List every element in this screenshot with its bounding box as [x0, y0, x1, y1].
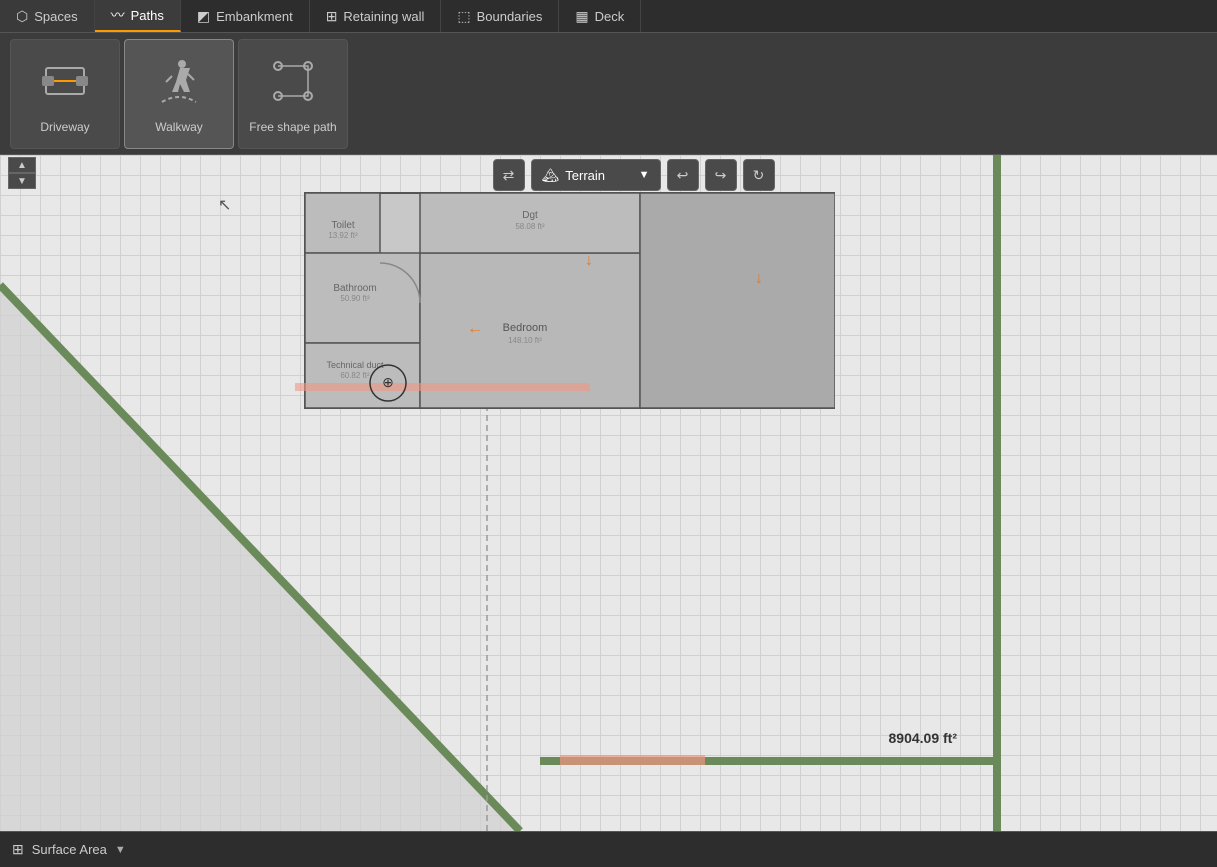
svg-text:Bedroom: Bedroom — [503, 322, 548, 334]
tab-paths-label: Paths — [131, 8, 164, 23]
svg-text:Dgt: Dgt — [522, 210, 538, 221]
svg-text:Bathroom: Bathroom — [333, 283, 376, 294]
tab-paths[interactable]: 〰 Paths — [95, 0, 181, 32]
tab-retaining-wall-label: Retaining wall — [343, 9, 424, 24]
tab-deck-label: Deck — [595, 9, 625, 24]
zoom-down-btn[interactable]: ▼ — [8, 173, 36, 189]
paths-icon: 〰 — [111, 5, 125, 25]
zoom-controls: ▲ ▼ — [8, 157, 36, 189]
svg-text:Technical duct: Technical duct — [326, 360, 384, 370]
svg-text:60.82 ft²: 60.82 ft² — [340, 371, 370, 380]
svg-text:58.08 ft²: 58.08 ft² — [515, 222, 545, 231]
terrain-svg — [0, 155, 1217, 831]
deck-icon: ▦ — [575, 8, 588, 25]
tab-boundaries[interactable]: ⬚ Boundaries — [441, 0, 559, 32]
refresh-button[interactable]: ↻ — [743, 159, 775, 191]
tools-toolbar: Driveway Walkway Free shape path — [0, 33, 1217, 155]
free-shape-path-label: Free shape path — [249, 120, 336, 134]
tab-retaining-wall[interactable]: ⊞ Retaining wall — [310, 0, 442, 32]
terrain-label: Terrain — [565, 168, 605, 183]
svg-text:↓: ↓ — [755, 270, 763, 287]
tab-spaces-label: Spaces — [34, 9, 77, 24]
terrain-icon: 🏔 — [542, 167, 560, 184]
driveway-icon — [38, 54, 92, 114]
driveway-tool[interactable]: Driveway — [10, 39, 120, 149]
canvas-toolbar: ▲ ▼ ⇄ 🏔 Terrain ▼ ↩ ↪ ↻ — [0, 155, 1217, 195]
tab-spaces[interactable]: ⬡ Spaces — [0, 0, 95, 32]
tab-embankment[interactable]: ◩ Embankment — [181, 0, 310, 32]
svg-text:13.92 ft²: 13.92 ft² — [328, 231, 358, 240]
redo-button[interactable]: ↪ — [705, 159, 737, 191]
area-value: 8904.09 ft² — [889, 730, 957, 746]
svg-text:⊕: ⊕ — [382, 374, 394, 390]
svg-text:Toilet: Toilet — [331, 220, 355, 231]
retaining-wall-icon: ⊞ — [326, 8, 338, 25]
area-label: 8904.09 ft² — [889, 730, 957, 746]
zoom-up-btn[interactable]: ▲ — [8, 157, 36, 173]
svg-text:148.10 ft²: 148.10 ft² — [508, 336, 542, 345]
canvas-area[interactable]: ▲ ▼ ⇄ 🏔 Terrain ▼ ↩ ↪ ↻ — [0, 155, 1217, 831]
driveway-label: Driveway — [40, 120, 89, 134]
tab-embankment-label: Embankment — [216, 9, 293, 24]
embankment-icon: ◩ — [197, 8, 210, 25]
free-shape-icon — [266, 54, 320, 114]
terrain-dropdown[interactable]: 🏔 Terrain ▼ — [531, 159, 661, 191]
walkway-label: Walkway — [155, 120, 203, 134]
walkway-tool[interactable]: Walkway — [124, 39, 234, 149]
boundaries-icon: ⬚ — [457, 8, 470, 25]
cursor-indicator: ↖ — [218, 195, 231, 215]
svg-text:↓: ↓ — [585, 252, 593, 269]
tab-deck[interactable]: ▦ Deck — [559, 0, 641, 32]
top-nav: ⬡ Spaces 〰 Paths ◩ Embankment ⊞ Retainin… — [0, 0, 1217, 33]
tab-boundaries-label: Boundaries — [477, 9, 543, 24]
svg-text:←: ← — [467, 320, 483, 337]
building-svg: Toilet 13.92 ft² Bathroom 50.90 ft² Tech… — [295, 183, 835, 418]
free-shape-path-tool[interactable]: Free shape path — [238, 39, 348, 149]
swap-button[interactable]: ⇄ — [493, 159, 525, 191]
undo-button[interactable]: ↩ — [667, 159, 699, 191]
spaces-icon: ⬡ — [16, 8, 28, 25]
terrain-chevron: ▼ — [639, 169, 650, 181]
svg-text:50.90 ft²: 50.90 ft² — [340, 294, 370, 303]
walkway-icon — [152, 54, 206, 114]
